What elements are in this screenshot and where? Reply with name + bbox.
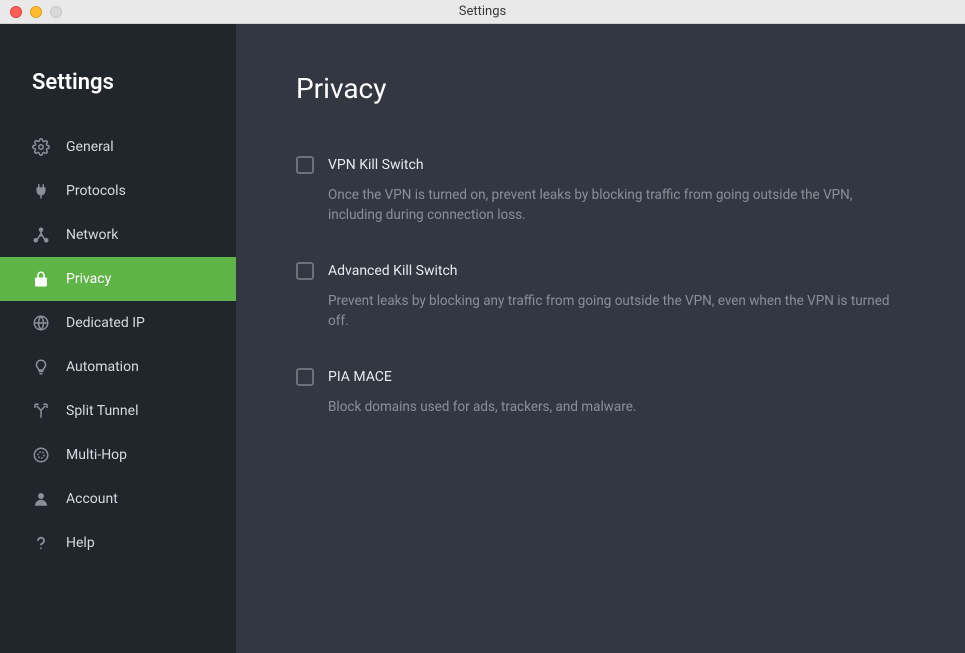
globe-ip-icon: [32, 314, 50, 332]
sidebar-item-label: Protocols: [66, 183, 126, 199]
titlebar: Settings: [0, 0, 965, 24]
checkbox-pia-mace[interactable]: [296, 368, 314, 386]
person-icon: [32, 490, 50, 508]
sidebar-item-label: Split Tunnel: [66, 403, 138, 419]
sidebar-item-split-tunnel[interactable]: Split Tunnel: [0, 389, 236, 433]
window-controls: [0, 6, 62, 18]
lock-icon: [32, 270, 50, 288]
lightbulb-icon: [32, 358, 50, 376]
split-icon: [32, 402, 50, 420]
sidebar-item-label: Account: [66, 491, 118, 507]
sidebar-item-privacy[interactable]: Privacy: [0, 257, 236, 301]
sidebar-item-label: General: [66, 139, 114, 155]
sidebar-item-automation[interactable]: Automation: [0, 345, 236, 389]
page-title: Privacy: [296, 72, 905, 105]
option-pia-mace: PIA MACE Block domains used for ads, tra…: [296, 367, 905, 417]
checkbox-vpn-kill-switch[interactable]: [296, 156, 314, 174]
sidebar-item-network[interactable]: Network: [0, 213, 236, 257]
sidebar-item-label: Help: [66, 535, 95, 551]
close-button[interactable]: [10, 6, 22, 18]
plug-icon: [32, 182, 50, 200]
option-desc: Prevent leaks by blocking any traffic fr…: [328, 291, 905, 331]
maximize-button[interactable]: [50, 6, 62, 18]
option-label: VPN Kill Switch: [328, 155, 905, 175]
sidebar-item-account[interactable]: Account: [0, 477, 236, 521]
option-advanced-kill-switch: Advanced Kill Switch Prevent leaks by bl…: [296, 261, 905, 331]
sidebar: Settings General Protocols Network Priva…: [0, 24, 236, 653]
network-icon: [32, 226, 50, 244]
content-panel: Privacy VPN Kill Switch Once the VPN is …: [236, 24, 965, 653]
sidebar-item-help[interactable]: Help: [0, 521, 236, 565]
sidebar-item-protocols[interactable]: Protocols: [0, 169, 236, 213]
sidebar-item-label: Multi-Hop: [66, 447, 127, 463]
sidebar-item-label: Dedicated IP: [66, 315, 145, 331]
sidebar-title: Settings: [0, 44, 236, 125]
sidebar-item-label: Network: [66, 227, 118, 243]
sidebar-item-label: Automation: [66, 359, 139, 375]
question-icon: [32, 534, 50, 552]
window-title: Settings: [0, 4, 965, 19]
hop-icon: [32, 446, 50, 464]
minimize-button[interactable]: [30, 6, 42, 18]
sidebar-item-general[interactable]: General: [0, 125, 236, 169]
sidebar-item-multi-hop[interactable]: Multi-Hop: [0, 433, 236, 477]
option-label: PIA MACE: [328, 367, 905, 387]
checkbox-advanced-kill-switch[interactable]: [296, 262, 314, 280]
option-vpn-kill-switch: VPN Kill Switch Once the VPN is turned o…: [296, 155, 905, 225]
option-label: Advanced Kill Switch: [328, 261, 905, 281]
gear-icon: [32, 138, 50, 156]
option-desc: Block domains used for ads, trackers, an…: [328, 397, 905, 417]
sidebar-item-label: Privacy: [66, 271, 111, 287]
sidebar-item-dedicated-ip[interactable]: Dedicated IP: [0, 301, 236, 345]
option-desc: Once the VPN is turned on, prevent leaks…: [328, 185, 905, 225]
